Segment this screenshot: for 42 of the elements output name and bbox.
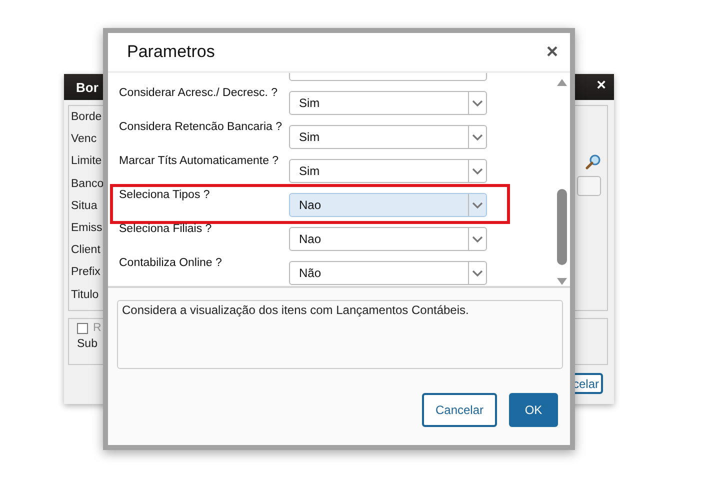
field-label: Banco (71, 176, 104, 192)
dropdown[interactable]: Não (289, 261, 487, 285)
dropdown[interactable]: Sim (289, 91, 487, 115)
window-title: Bor (76, 80, 98, 95)
field-label: Sub (77, 338, 98, 350)
search-icon[interactable] (585, 154, 601, 170)
chevron-down-icon (472, 134, 483, 140)
field-label: Client (71, 243, 100, 258)
field-label: Situa (71, 198, 98, 214)
chevron-down-icon (472, 168, 483, 174)
field-label: Titulo (71, 288, 99, 302)
checkbox-label: R (93, 322, 102, 334)
dropdown[interactable]: Sim (289, 159, 487, 183)
parameter-label: Seleciona Tipos ? (119, 188, 211, 201)
input-field[interactable] (577, 176, 601, 196)
parameter-label: Marcar Títs Automaticamente ? (119, 154, 280, 167)
scrollbar-thumb[interactable] (557, 189, 567, 265)
parameter-label: Considerar Acresc./ Decresc. ? (119, 86, 279, 99)
chevron-down-icon (472, 202, 483, 208)
scroll-down-icon[interactable] (557, 278, 567, 285)
cancel-button[interactable]: Cancelar (422, 393, 497, 427)
close-button[interactable]: × (596, 78, 606, 94)
chevron-down-icon (472, 236, 483, 242)
chevron-down-icon (472, 270, 483, 276)
dropdown[interactable]: Nao (289, 227, 487, 251)
close-button[interactable]: × (546, 42, 558, 62)
scroll-up-icon[interactable] (557, 79, 567, 86)
ok-button[interactable]: OK (509, 393, 558, 427)
field-label: Limite (71, 154, 102, 170)
parameter-label: Considera Retencão Bancaria ? (119, 120, 284, 133)
checkbox[interactable] (77, 322, 88, 334)
description-box: Considera a visualização dos itens com Lançamentos Contábeis. (117, 300, 563, 369)
chevron-down-icon (472, 100, 483, 106)
field-label: Prefix (71, 265, 100, 280)
field-label: Borde (71, 110, 102, 125)
parameter-label: Contabiliza Online ? (119, 256, 223, 269)
field-label: Venc (71, 132, 97, 148)
dialog-title: Parametros (127, 42, 215, 62)
dropdown[interactable]: Sim (289, 125, 487, 149)
field-label: Emiss (71, 220, 102, 236)
parameter-label: Seleciona Filiais ? (119, 222, 213, 235)
dropdown[interactable]: Nao (289, 193, 487, 217)
